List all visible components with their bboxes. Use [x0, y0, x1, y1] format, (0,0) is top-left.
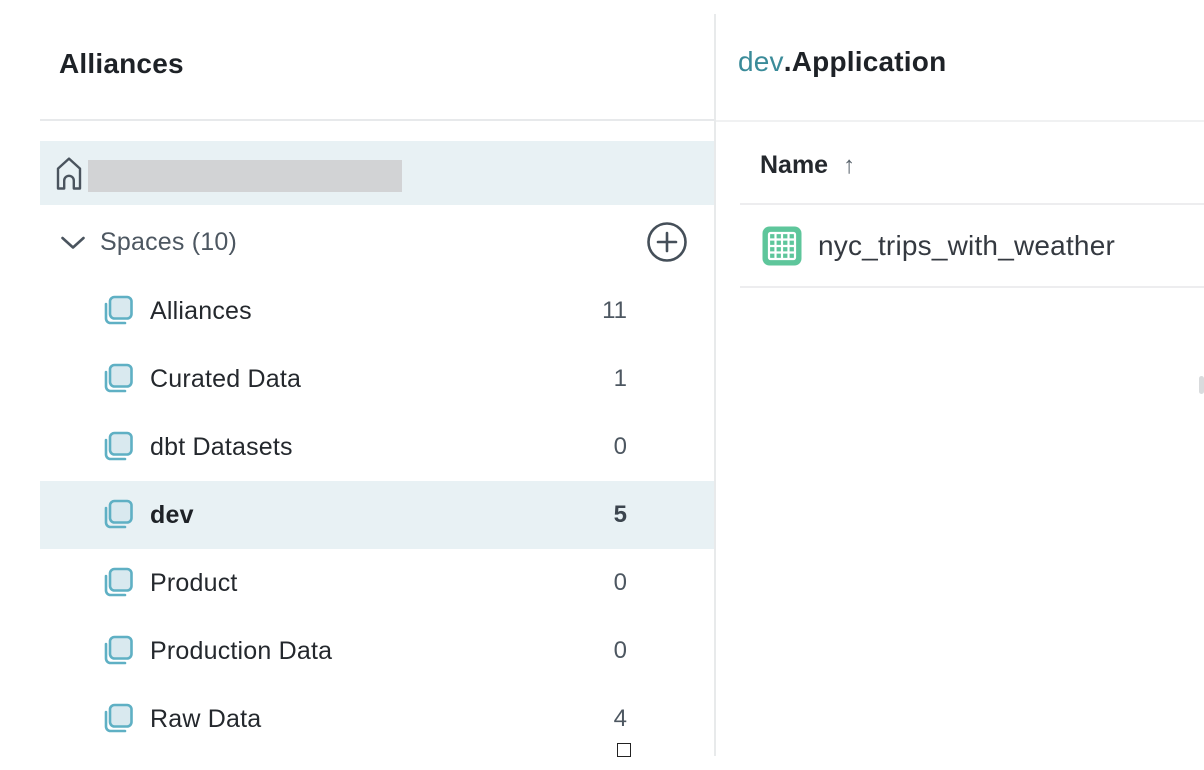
space-name: dbt Datasets — [150, 433, 293, 462]
panel-divider — [714, 14, 716, 756]
sidebar-item-dbt-datasets[interactable]: dbt Datasets 0 — [40, 413, 714, 481]
spaces-section-label[interactable]: Spaces (10) — [100, 228, 237, 257]
space-icon — [98, 428, 136, 466]
sidebar-divider — [40, 119, 716, 121]
add-space-button[interactable] — [646, 221, 688, 263]
table-row-divider — [740, 286, 1204, 288]
space-count-badge: 0 — [614, 569, 627, 597]
space-count-badge: 11 — [602, 297, 627, 325]
space-name: Curated Data — [150, 365, 301, 394]
panel-header-divider — [716, 120, 1204, 122]
chevron-down-icon[interactable] — [60, 236, 86, 250]
sidebar-item-production-data[interactable]: Production Data 0 — [40, 617, 714, 685]
space-name: Production Data — [150, 637, 332, 666]
breadcrumb: dev.Application — [738, 46, 946, 78]
space-icon — [98, 632, 136, 670]
cursor-artifact-square — [617, 743, 631, 757]
home-label-redacted — [88, 160, 402, 192]
space-icon — [98, 292, 136, 330]
table-row-nyc-trips-with-weather[interactable]: nyc_trips_with_weather — [740, 205, 1204, 286]
space-name: Product — [150, 569, 238, 598]
space-count-badge: 0 — [614, 637, 627, 665]
spaces-section-header: Spaces (10) — [40, 219, 714, 265]
sort-ascending-icon: ↑ — [843, 152, 855, 179]
home-icon — [55, 155, 83, 191]
space-icon — [98, 564, 136, 602]
sidebar-item-dev[interactable]: dev 5 — [40, 481, 714, 549]
sidebar-item-alliances[interactable]: Alliances 11 — [40, 277, 714, 345]
space-count-badge: 4 — [614, 705, 627, 733]
space-icon — [98, 496, 136, 534]
space-name: Raw Data — [150, 705, 261, 734]
space-icon — [98, 360, 136, 398]
breadcrumb-separator: . — [784, 46, 792, 77]
space-count-badge: 5 — [614, 501, 627, 529]
space-name: dev — [150, 501, 194, 530]
column-header-name-label: Name — [760, 151, 828, 179]
spaces-list: Alliances 11 Curated Data 1 dbt Datasets… — [40, 277, 714, 753]
breadcrumb-space-link[interactable]: dev — [738, 46, 784, 77]
home-nav-row[interactable] — [40, 141, 714, 205]
sidebar-item-curated-data[interactable]: Curated Data 1 — [40, 345, 714, 413]
space-icon — [98, 700, 136, 738]
scrollbar-thumb[interactable] — [1199, 376, 1204, 394]
dataset-name: nyc_trips_with_weather — [818, 230, 1115, 262]
space-name: Alliances — [150, 297, 252, 326]
space-count-badge: 0 — [614, 433, 627, 461]
dataset-table-icon — [761, 225, 803, 267]
page-title: Alliances — [59, 48, 184, 80]
breadcrumb-entity: Application — [792, 46, 947, 77]
sidebar-item-raw-data[interactable]: Raw Data 4 — [40, 685, 714, 753]
space-count-badge: 1 — [614, 365, 627, 393]
sidebar-item-product[interactable]: Product 0 — [40, 549, 714, 617]
column-header-name[interactable]: Name ↑ — [760, 151, 855, 180]
